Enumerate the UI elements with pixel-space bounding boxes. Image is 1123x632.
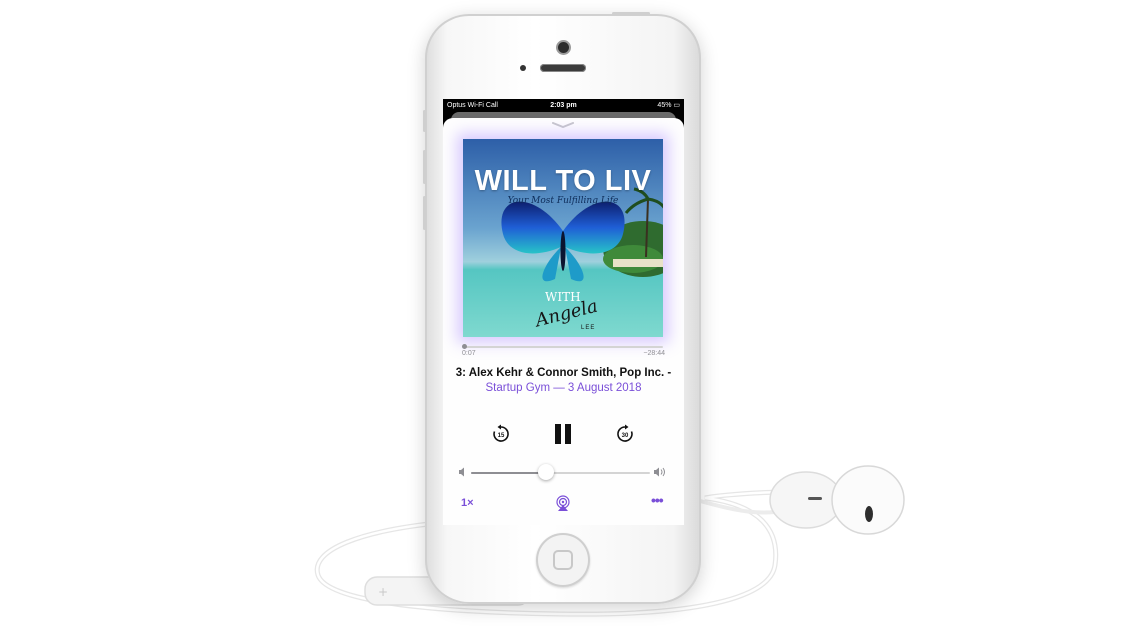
volume-up-button [423,150,426,184]
chevron-down-icon[interactable] [551,122,575,128]
home-button-square [553,550,573,570]
scrubber-track[interactable] [463,346,663,348]
episode-subtitle[interactable]: Startup Gym — 3 August 2018 [443,382,684,394]
remaining-time: −28:44 [643,350,665,357]
pause-button[interactable] [550,422,576,446]
svg-text:+: + [378,585,388,599]
status-bar: Optus Wi-Fi Call 2:03 pm 45% ▭ [443,99,684,112]
playback-speed-button[interactable]: 1× [461,497,474,509]
volume-low-icon [459,467,464,477]
pause-icon [555,424,571,444]
now-playing-sheet: WILL TO LIV Your Most Fulfilling Life WI… [443,118,684,525]
svg-text:15: 15 [498,433,505,439]
more-icon[interactable]: ••• [651,493,665,507]
front-camera [558,42,569,53]
airplay-icon[interactable] [555,495,571,511]
elapsed-time: 0:07 [462,350,476,357]
clock: 2:03 pm [550,102,577,109]
skip-back-button[interactable]: 15 [488,422,514,446]
podcast-artwork: WILL TO LIV Your Most Fulfilling Life WI… [463,139,663,337]
power-button [612,12,650,15]
volume-high-icon [654,467,665,477]
earpiece-speaker [540,64,586,72]
mute-switch [423,110,426,132]
artwork-title: WILL TO LIV [474,165,652,197]
svg-text:30: 30 [622,433,629,439]
skip-forward-30-icon: 30 [617,424,633,442]
artwork-host-surname: LEE [581,325,596,331]
volume-handle[interactable] [538,464,555,480]
volume-down-button [423,196,426,230]
screen: Optus Wi-Fi Call 2:03 pm 45% ▭ WILL TO L… [443,99,684,525]
proximity-sensor [520,65,526,71]
battery-label: 45% ▭ [657,102,680,109]
scrubber-handle[interactable] [461,344,467,349]
skip-forward-button[interactable]: 30 [612,422,638,446]
episode-title: 3: Alex Kehr & Connor Smith, Pop Inc. - [455,367,672,379]
volume-level [471,472,547,474]
artwork-subtitle: Your Most Fulfilling Life [507,196,619,206]
skip-back-15-icon: 15 [493,424,509,442]
